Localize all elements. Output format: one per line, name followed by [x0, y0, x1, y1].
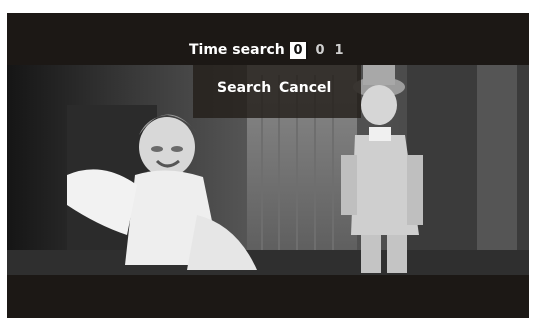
time-digit-3[interactable]: 1: [332, 42, 346, 59]
time-digit-input[interactable]: 0 0 1: [290, 40, 351, 60]
time-search-bar: Time search 0 0 1: [7, 13, 529, 65]
time-search-label: Time search: [189, 42, 285, 58]
player-screen: Time search 0 0 1 Search Cancel: [7, 13, 529, 318]
time-digit-2[interactable]: 0: [313, 42, 327, 59]
search-menu-panel: Search Cancel: [193, 65, 361, 118]
search-button[interactable]: Search: [217, 79, 271, 97]
time-digit-1[interactable]: 0: [290, 41, 308, 59]
bottom-bar: [7, 275, 529, 318]
cancel-button[interactable]: Cancel: [279, 79, 331, 97]
